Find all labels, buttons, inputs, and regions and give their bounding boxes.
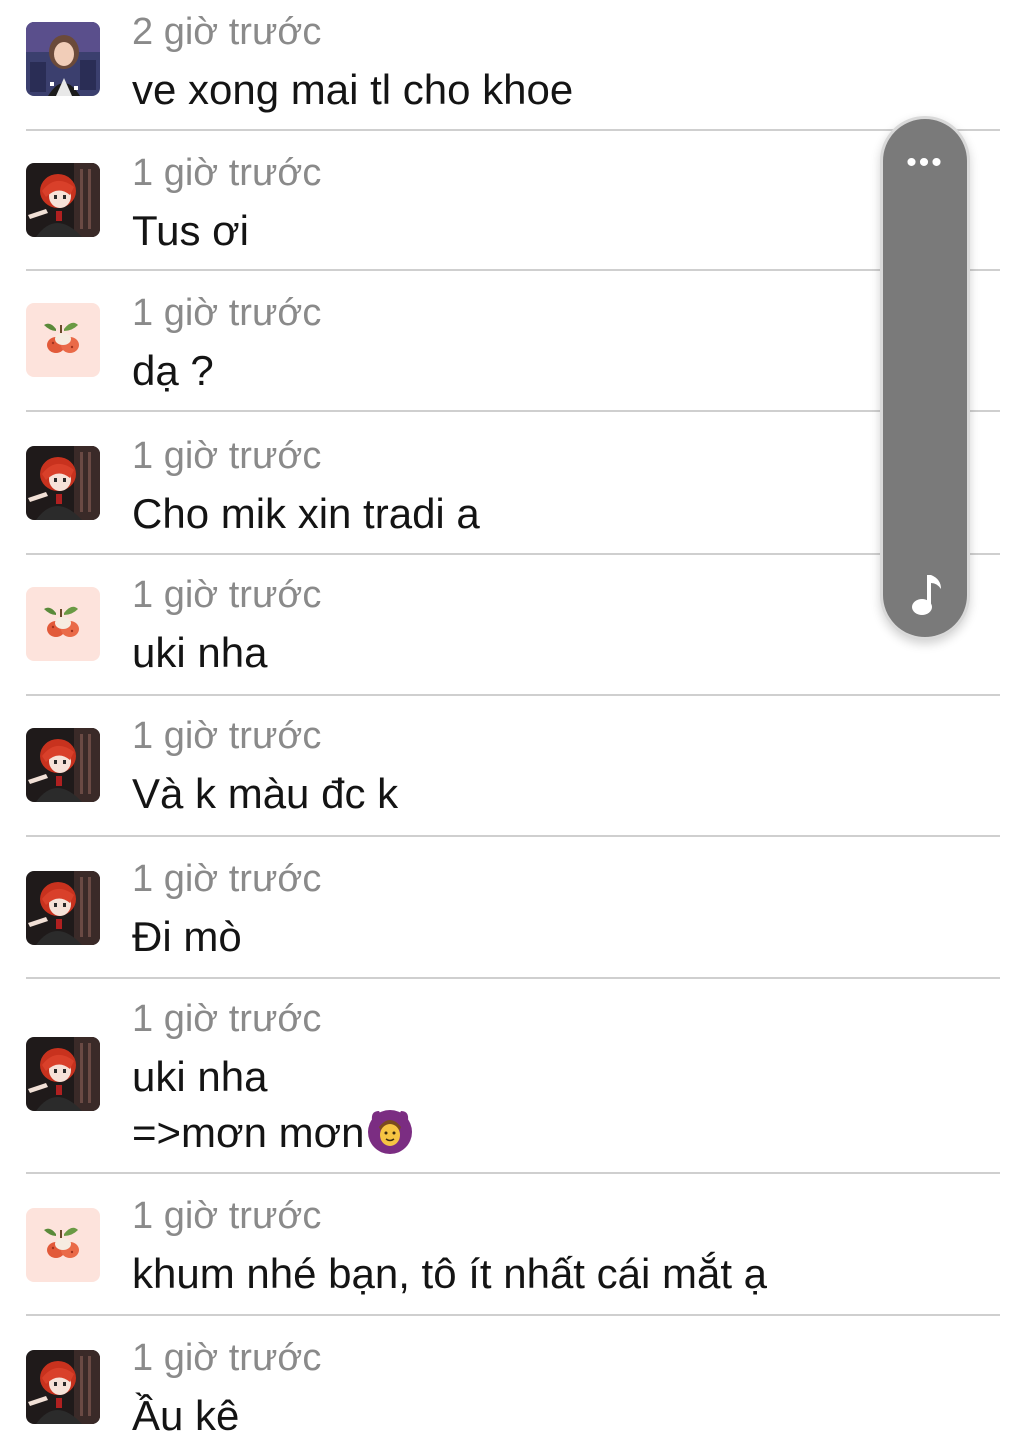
comment-text: Và k màu đc k [132, 770, 399, 817]
comment-timestamp: 1 giờ trước [132, 152, 322, 194]
comment-text: khum nhé bạn, tô ít nhất cái mắt ạ [132, 1250, 768, 1297]
comment-text: =>mơn mơn [132, 1109, 365, 1156]
comment-item: 1 giờ trước dạ ? [26, 271, 1000, 412]
music-note-icon[interactable] [907, 569, 947, 619]
lychee-avatar-icon[interactable] [26, 587, 100, 661]
comment-text: ve xong mai tl cho khoe [132, 66, 574, 113]
lychee-avatar-icon[interactable] [26, 303, 100, 377]
comment-item: 1 giờ trước Cho mik xin tradi a [26, 412, 1000, 555]
comment-text: uki nha [132, 1053, 268, 1100]
comment-timestamp: 1 giờ trước [132, 292, 322, 334]
comment-text-line-2: =>mơn mơn [132, 1105, 415, 1161]
anime-avatar-icon[interactable] [26, 1037, 100, 1111]
lychee-avatar-icon[interactable] [26, 1208, 100, 1282]
comment-text: dạ ? [132, 347, 214, 394]
comment-timestamp: 1 giờ trước [132, 1195, 322, 1237]
anime-avatar-icon[interactable] [26, 1350, 100, 1424]
comment-item: 1 giờ trước Và k màu đc k [26, 696, 1000, 837]
comment-timestamp: 1 giờ trước [132, 1337, 322, 1379]
comment-timestamp: 1 giờ trước [132, 435, 322, 477]
comment-item: 1 giờ trước Đi mò [26, 837, 1000, 979]
comment-item: 1 giờ trước Tus ơi [26, 131, 1000, 271]
anime-avatar-icon[interactable] [26, 871, 100, 945]
woman-gesturing-ok-emoji-icon [367, 1110, 412, 1154]
comment-item: 1 giờ trước khum nhé bạn, tô ít nhất cái… [26, 1174, 1000, 1316]
comment-text: Cho mik xin tradi a [132, 490, 480, 537]
more-options-button[interactable]: ••• [883, 148, 967, 178]
comment-text: Tus ơi [132, 207, 249, 254]
comment-text: uki nha [132, 629, 268, 676]
anime-avatar-icon[interactable] [26, 728, 100, 802]
anime-avatar-icon[interactable] [26, 163, 100, 237]
comment-item: 1 giờ trước uki nha =>mơn mơn [26, 979, 1000, 1174]
comment-timestamp: 1 giờ trước [132, 998, 322, 1040]
anime-avatar-icon[interactable] [26, 446, 100, 520]
comment-item: 2 giờ trước ve xong mai tl cho khoe [26, 0, 1000, 131]
comment-timestamp: 1 giờ trước [132, 574, 322, 616]
comment-item: 1 giờ trước Ầu kê [26, 1316, 1000, 1451]
comment-timestamp: 2 giờ trước [132, 11, 322, 53]
comment-text: Ầu kê [132, 1392, 240, 1439]
comment-timestamp: 1 giờ trước [132, 715, 322, 757]
comment-text: Đi mò [132, 913, 242, 960]
comment-thread: 2 giờ trước ve xong mai tl cho khoe 1 gi… [0, 0, 1024, 1451]
floating-music-control[interactable]: ••• [880, 116, 970, 640]
comment-timestamp: 1 giờ trước [132, 858, 322, 900]
photo-avatar-icon[interactable] [26, 22, 100, 96]
comment-item: 1 giờ trước uki nha [26, 555, 1000, 696]
